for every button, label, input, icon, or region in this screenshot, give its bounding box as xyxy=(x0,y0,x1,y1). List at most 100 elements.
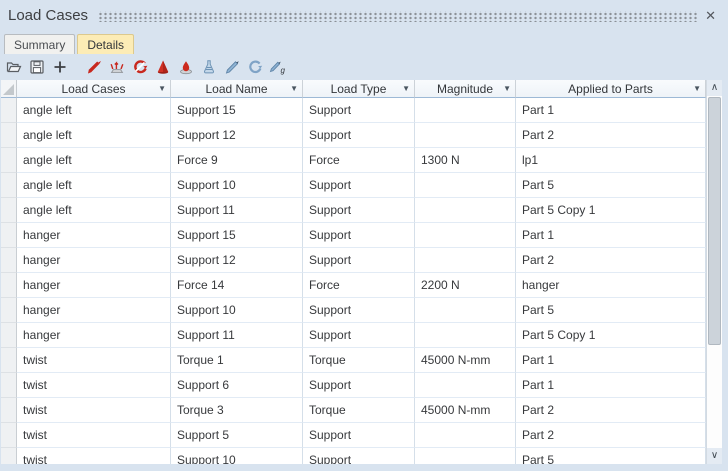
table-cell[interactable] xyxy=(415,223,516,248)
table-cell[interactable]: angle left xyxy=(17,198,171,223)
hydrostatic-load-button[interactable] xyxy=(198,57,219,78)
table-cell[interactable]: Support 11 xyxy=(171,198,303,223)
table-cell[interactable] xyxy=(415,373,516,398)
table-cell[interactable]: Part 5 Copy 1 xyxy=(516,198,706,223)
table-cell[interactable] xyxy=(415,448,516,464)
table-cell[interactable]: Part 2 xyxy=(516,398,706,423)
drag-grip[interactable] xyxy=(98,11,697,22)
row-header[interactable] xyxy=(1,123,17,148)
table-cell[interactable]: Support 12 xyxy=(171,123,303,148)
table-cell[interactable]: hanger xyxy=(17,298,171,323)
vertical-scrollbar[interactable]: ∧ ∨ xyxy=(706,80,722,464)
gravity-button[interactable]: g xyxy=(267,57,288,78)
table-cell[interactable]: Part 1 xyxy=(516,348,706,373)
table-cell[interactable] xyxy=(415,423,516,448)
table-cell[interactable]: Support xyxy=(303,223,415,248)
row-header[interactable] xyxy=(1,423,17,448)
scroll-down-button[interactable]: ∨ xyxy=(707,448,722,464)
force-load-button[interactable] xyxy=(83,57,104,78)
table-cell[interactable]: Part 1 xyxy=(516,223,706,248)
table-cell[interactable]: Force xyxy=(303,148,415,173)
table-cell[interactable]: Support 5 xyxy=(171,423,303,448)
table-cell[interactable]: Part 2 xyxy=(516,423,706,448)
table-cell[interactable]: hanger xyxy=(17,273,171,298)
table-cell[interactable]: Support xyxy=(303,323,415,348)
table-cell[interactable]: hanger xyxy=(17,248,171,273)
row-header[interactable] xyxy=(1,273,17,298)
table-cell[interactable]: Support xyxy=(303,248,415,273)
table-cell[interactable]: Support 10 xyxy=(171,448,303,464)
scroll-up-button[interactable]: ∧ xyxy=(707,80,722,96)
table-cell[interactable] xyxy=(415,173,516,198)
thermal-load-button[interactable] xyxy=(175,57,196,78)
table-cell[interactable]: hanger xyxy=(17,223,171,248)
open-folder-button[interactable] xyxy=(3,57,24,78)
table-cell[interactable]: Part 1 xyxy=(516,373,706,398)
scrollbar-thumb[interactable] xyxy=(708,97,721,345)
tab-details[interactable]: Details xyxy=(77,34,134,54)
table-cell[interactable] xyxy=(415,123,516,148)
table-cell[interactable]: twist xyxy=(17,348,171,373)
table-cell[interactable]: hanger xyxy=(17,323,171,348)
table-cell[interactable]: Support 6 xyxy=(171,373,303,398)
table-cell[interactable]: twist xyxy=(17,448,171,464)
table-cell[interactable]: Support xyxy=(303,198,415,223)
filter-dropdown-icon[interactable]: ▼ xyxy=(402,85,410,93)
table-cell[interactable]: Torque 1 xyxy=(171,348,303,373)
table-cell[interactable]: 1300 N xyxy=(415,148,516,173)
column-header-load-cases[interactable]: Load Cases▼ xyxy=(17,80,171,98)
table-cell[interactable]: Support 10 xyxy=(171,298,303,323)
row-header[interactable] xyxy=(1,448,17,464)
table-cell[interactable]: angle left xyxy=(17,173,171,198)
row-header[interactable] xyxy=(1,298,17,323)
angular-velocity-button[interactable] xyxy=(244,57,265,78)
table-cell[interactable]: Support 15 xyxy=(171,98,303,123)
save-button[interactable] xyxy=(26,57,47,78)
table-cell[interactable]: Support xyxy=(303,173,415,198)
table-cell[interactable]: angle left xyxy=(17,98,171,123)
table-cell[interactable]: twist xyxy=(17,423,171,448)
table-cell[interactable]: Support 15 xyxy=(171,223,303,248)
table-cell[interactable]: angle left xyxy=(17,123,171,148)
pressure-load-button[interactable] xyxy=(152,57,173,78)
table-cell[interactable]: twist xyxy=(17,373,171,398)
table-cell[interactable]: twist xyxy=(17,398,171,423)
table-cell[interactable] xyxy=(415,198,516,223)
table-cell[interactable]: Support 10 xyxy=(171,173,303,198)
select-all-corner[interactable] xyxy=(1,80,17,98)
bearing-load-button[interactable] xyxy=(106,57,127,78)
table-cell[interactable]: Force 9 xyxy=(171,148,303,173)
table-cell[interactable]: Part 5 xyxy=(516,298,706,323)
column-header-load-type[interactable]: Load Type▼ xyxy=(303,80,415,98)
row-header[interactable] xyxy=(1,398,17,423)
table-cell[interactable]: Support xyxy=(303,98,415,123)
table-cell[interactable]: Torque xyxy=(303,348,415,373)
close-icon[interactable]: ✕ xyxy=(705,8,716,24)
table-cell[interactable]: angle left xyxy=(17,148,171,173)
table-cell[interactable]: hanger xyxy=(516,273,706,298)
table-cell[interactable]: Part 5 Copy 1 xyxy=(516,323,706,348)
filter-dropdown-icon[interactable]: ▼ xyxy=(158,85,166,93)
table-cell[interactable]: Part 1 xyxy=(516,98,706,123)
probe-button[interactable] xyxy=(221,57,242,78)
row-header[interactable] xyxy=(1,223,17,248)
torque-load-button[interactable] xyxy=(129,57,150,78)
table-cell[interactable] xyxy=(415,323,516,348)
table-cell[interactable]: Support xyxy=(303,123,415,148)
row-header[interactable] xyxy=(1,373,17,398)
table-cell[interactable]: Part 5 xyxy=(516,448,706,464)
row-header[interactable] xyxy=(1,98,17,123)
table-cell[interactable]: Force 14 xyxy=(171,273,303,298)
table-cell[interactable] xyxy=(415,298,516,323)
filter-dropdown-icon[interactable]: ▼ xyxy=(290,85,298,93)
table-cell[interactable]: Support xyxy=(303,298,415,323)
table-cell[interactable]: 45000 N-mm xyxy=(415,348,516,373)
row-header[interactable] xyxy=(1,148,17,173)
table-cell[interactable]: Part 2 xyxy=(516,248,706,273)
table-cell[interactable]: Force xyxy=(303,273,415,298)
table-cell[interactable]: 45000 N-mm xyxy=(415,398,516,423)
table-cell[interactable]: Part 2 xyxy=(516,123,706,148)
table-cell[interactable]: Part 5 xyxy=(516,173,706,198)
tab-summary[interactable]: Summary xyxy=(4,34,75,54)
row-header[interactable] xyxy=(1,173,17,198)
